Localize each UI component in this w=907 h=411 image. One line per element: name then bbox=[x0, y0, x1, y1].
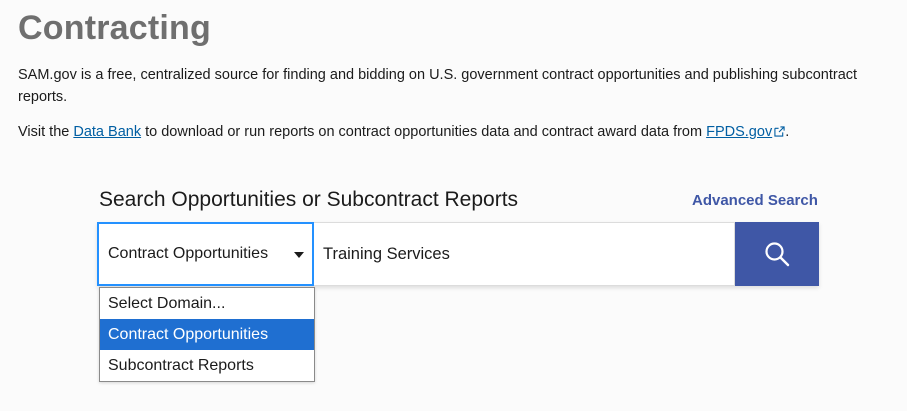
search-bar: Contract Opportunities bbox=[97, 222, 819, 286]
domain-option-subcontract-reports[interactable]: Subcontract Reports bbox=[100, 350, 314, 381]
domain-select-value: Contract Opportunities bbox=[108, 245, 269, 262]
domain-option-select[interactable]: Select Domain... bbox=[100, 288, 314, 319]
fpds-link-label: FPDS.gov bbox=[706, 124, 773, 140]
visit-suffix: . bbox=[785, 124, 790, 140]
page-title: Contracting bbox=[18, 9, 211, 47]
advanced-search-link[interactable]: Advanced Search bbox=[692, 192, 818, 209]
intro-text: SAM.gov is a free, centralized source fo… bbox=[18, 67, 858, 105]
data-bank-link[interactable]: Data Bank bbox=[73, 124, 141, 140]
visit-prefix: Visit the bbox=[18, 124, 74, 140]
search-input[interactable] bbox=[314, 222, 735, 286]
search-heading: Search Opportunities or Subcontract Repo… bbox=[99, 188, 519, 211]
domain-dropdown-list: Select Domain... Contract Opportunities … bbox=[99, 287, 315, 382]
fpds-link[interactable]: FPDS.gov bbox=[706, 124, 785, 140]
visit-middle: to download or run reports on contract o… bbox=[141, 124, 707, 140]
domain-select[interactable]: Contract Opportunities bbox=[97, 222, 314, 286]
caret-down-icon bbox=[294, 252, 304, 258]
external-link-icon bbox=[774, 126, 785, 137]
search-icon bbox=[765, 242, 790, 267]
domain-option-contract-opportunities[interactable]: Contract Opportunities bbox=[100, 319, 314, 350]
data-bank-text: Visit the Data Bank to download or run r… bbox=[18, 121, 898, 143]
search-button[interactable] bbox=[735, 222, 819, 286]
